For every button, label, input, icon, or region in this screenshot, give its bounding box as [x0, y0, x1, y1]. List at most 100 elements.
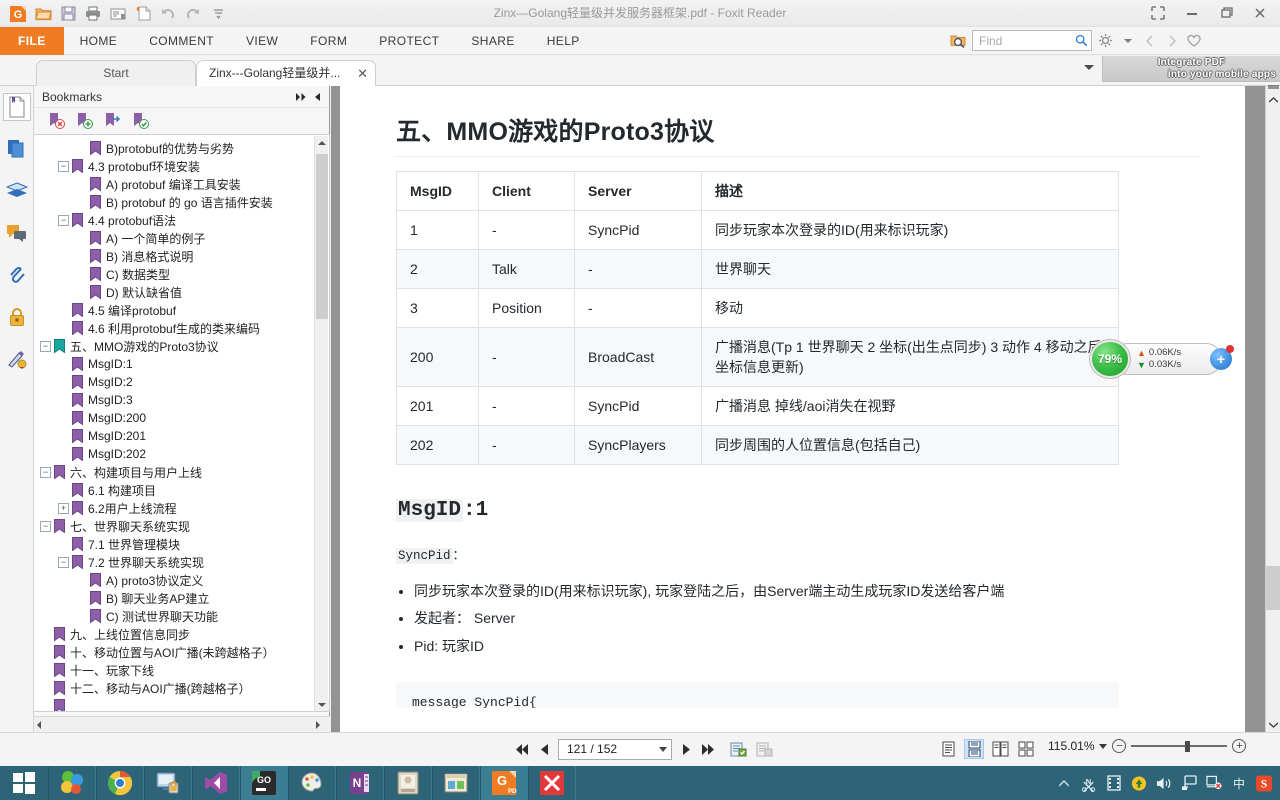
- bookmarks-vertical-scrollbar[interactable]: [314, 136, 329, 711]
- tree-toggle-collapse-icon[interactable]: −: [40, 466, 51, 478]
- ribbon-tab-share[interactable]: SHARE: [455, 27, 530, 55]
- search-scope-icon[interactable]: [949, 32, 967, 50]
- bookmark-item[interactable]: 十二、移动与AOI广播(跨越格子）: [34, 679, 329, 697]
- scroll-down-icon[interactable]: [315, 698, 329, 711]
- bookmark-item[interactable]: C) 数据类型: [34, 265, 329, 283]
- taskbar-app-colorful-balls[interactable]: [48, 766, 96, 800]
- ribbon-tab-form[interactable]: FORM: [294, 27, 363, 55]
- page-number-box[interactable]: 121 / 152: [558, 738, 672, 760]
- next-page-icon[interactable]: [678, 738, 694, 760]
- show-hidden-icons-icon[interactable]: [1056, 775, 1072, 791]
- zoom-slider[interactable]: [1131, 739, 1228, 753]
- taskbar-app-goland[interactable]: GO: [240, 766, 288, 800]
- bookmark-item[interactable]: 九、上线位置信息同步: [34, 625, 329, 643]
- add-bookmark-icon[interactable]: [76, 112, 93, 130]
- page-dropdown-chevron-down-icon[interactable]: [659, 746, 667, 752]
- bookmark-item[interactable]: B)protobuf的优势与劣势: [34, 139, 329, 157]
- bookmark-item[interactable]: A) 一个简单的例子: [34, 229, 329, 247]
- continuous-scroll-view-icon[interactable]: [964, 739, 984, 759]
- bookmark-item[interactable]: B) protobuf 的 go 语言插件安装: [34, 193, 329, 211]
- create-pdf-icon[interactable]: [131, 2, 155, 25]
- windows-start-icon[interactable]: [0, 766, 48, 800]
- promo-banner[interactable]: Integrate PDF into your mobile apps: [1102, 56, 1280, 82]
- plus-circle-icon[interactable]: +: [1232, 739, 1247, 753]
- taskbar-app-paint[interactable]: [288, 766, 336, 800]
- bookmark-item[interactable]: MsgID:2: [34, 373, 329, 391]
- close-tab-icon[interactable]: ✕: [357, 61, 368, 86]
- scroll-down-icon[interactable]: [1266, 717, 1280, 732]
- delete-bookmark-icon[interactable]: [48, 112, 65, 130]
- bookmark-item[interactable]: MsgID:3: [34, 391, 329, 409]
- bookmarks-panel-icon[interactable]: [2, 93, 31, 121]
- taskbar-app-onenote[interactable]: N: [336, 766, 384, 800]
- bookmark-item[interactable]: − 七、世界聊天系统实现: [34, 517, 329, 535]
- scroll-left-icon[interactable]: [36, 720, 49, 729]
- restore-down-icon[interactable]: [1142, 2, 1174, 24]
- volume-icon[interactable]: [1156, 775, 1172, 791]
- bookmark-item[interactable]: MsgID:202: [34, 445, 329, 463]
- bookmark-item[interactable]: [34, 697, 329, 711]
- fit-page-icon[interactable]: [728, 738, 748, 760]
- tree-toggle-collapse-icon[interactable]: −: [58, 160, 69, 172]
- bookmark-item[interactable]: − 六、构建项目与用户上线: [34, 463, 329, 481]
- print-icon[interactable]: [81, 2, 105, 25]
- ribbon-tab-home[interactable]: HOME: [64, 27, 134, 55]
- bookmark-item[interactable]: 4.6 利用protobuf生成的类来编码: [34, 319, 329, 337]
- document-vertical-scrollbar[interactable]: [1265, 85, 1280, 732]
- ime-language-icon[interactable]: 中: [1231, 775, 1247, 791]
- taskbar-app-ebook-reader[interactable]: [384, 766, 432, 800]
- document-scroll-thumb[interactable]: [1266, 566, 1280, 610]
- facing-view-icon[interactable]: [990, 739, 1010, 759]
- fit-width-icon[interactable]: [754, 738, 774, 760]
- screenshot-tool-icon[interactable]: N: [1081, 775, 1097, 792]
- find-input[interactable]: [979, 33, 1075, 48]
- bookmark-item[interactable]: − 4.4 protobuf语法: [34, 211, 329, 229]
- open-icon[interactable]: [31, 2, 55, 25]
- first-page-icon[interactable]: [514, 738, 530, 760]
- bookmark-item[interactable]: A) proto3协议定义: [34, 571, 329, 589]
- bookmarks-horizontal-scrollbar[interactable]: [34, 716, 330, 732]
- layers-panel-icon[interactable]: [3, 177, 31, 205]
- previous-page-icon[interactable]: [536, 738, 552, 760]
- previous-result-icon[interactable]: [1141, 31, 1158, 51]
- taskbar-app-remote-desktop[interactable]: [144, 766, 192, 800]
- heart-icon[interactable]: [1185, 31, 1202, 51]
- taskbar-app-file-explorer[interactable]: [432, 766, 480, 800]
- bookmark-item[interactable]: MsgID:1: [34, 355, 329, 373]
- customize-qat-icon[interactable]: [206, 2, 230, 25]
- bookmark-item[interactable]: 十一、玩家下线: [34, 661, 329, 679]
- attachments-panel-icon[interactable]: [3, 261, 31, 289]
- screen-recorder-icon[interactable]: [1106, 775, 1122, 791]
- bookmark-item[interactable]: C) 测试世界聊天功能: [34, 607, 329, 625]
- collapse-panel-icon[interactable]: [309, 89, 325, 105]
- undo-icon[interactable]: [156, 2, 180, 25]
- email-icon[interactable]: [106, 2, 130, 25]
- bookmark-item[interactable]: B) 消息格式说明: [34, 247, 329, 265]
- document-tab-start[interactable]: Start: [36, 60, 196, 86]
- security-panel-icon[interactable]: [3, 303, 31, 331]
- split-view-grip[interactable]: [1268, 85, 1279, 90]
- ribbon-tab-help[interactable]: HELP: [531, 27, 596, 55]
- bookmark-item[interactable]: − 五、MMO游戏的Proto3协议: [34, 337, 329, 355]
- taskbar-app-visual-studio[interactable]: [192, 766, 240, 800]
- bookmark-item[interactable]: 6.1 构建项目: [34, 481, 329, 499]
- expand-all-icon[interactable]: [293, 89, 309, 105]
- ribbon-tab-file[interactable]: FILE: [0, 27, 64, 55]
- document-viewport[interactable]: 五、MMO游戏的Proto3协议 MsgID Client Server 描述 …: [331, 86, 1265, 732]
- sogou-input-icon[interactable]: S: [1256, 775, 1272, 791]
- bookmarks-scroll-thumb[interactable]: [316, 154, 328, 319]
- taskbar-app-google-chrome[interactable]: [96, 766, 144, 800]
- bookmark-item[interactable]: B) 聊天业务AP建立: [34, 589, 329, 607]
- tree-toggle-expand-icon[interactable]: +: [58, 502, 69, 514]
- find-settings-chevron-down-icon[interactable]: [1119, 31, 1136, 51]
- minus-circle-icon[interactable]: −: [1112, 739, 1127, 753]
- tree-toggle-collapse-icon[interactable]: −: [58, 556, 69, 568]
- network-percent-ball[interactable]: 79%: [1090, 340, 1130, 378]
- comments-panel-icon[interactable]: [3, 219, 31, 247]
- last-page-icon[interactable]: [700, 738, 716, 760]
- bookmark-item[interactable]: 4.5 编译protobuf: [34, 301, 329, 319]
- zoom-slider-knob[interactable]: [1185, 740, 1191, 752]
- bookmark-item[interactable]: 7.1 世界管理模块: [34, 535, 329, 553]
- document-tab-active[interactable]: Zinx---Golang轻量级并... ✕: [196, 60, 376, 86]
- magnifier-icon[interactable]: [1075, 33, 1088, 48]
